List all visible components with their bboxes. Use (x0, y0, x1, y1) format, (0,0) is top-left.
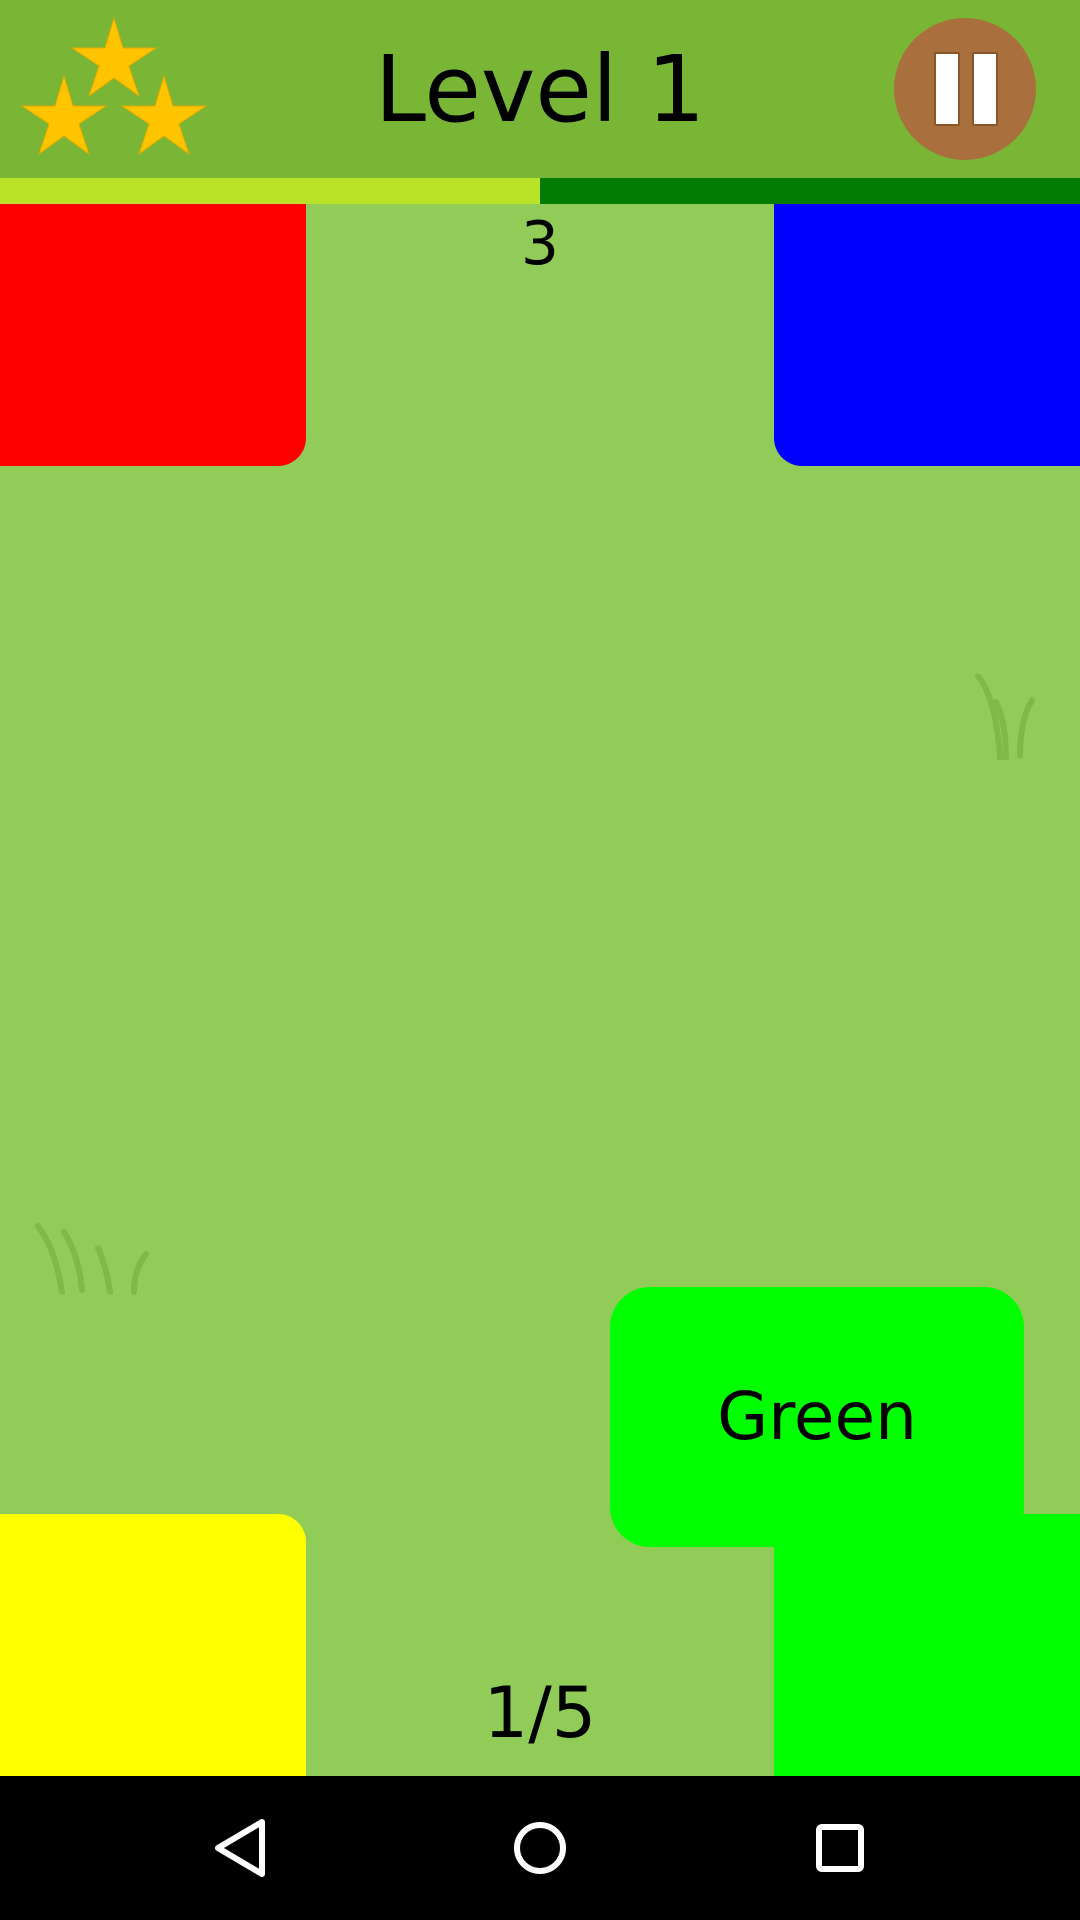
color-word-label: Green (717, 1378, 917, 1455)
home-circle-icon (514, 1822, 566, 1874)
recent-apps-square-icon (816, 1824, 864, 1872)
pause-icon (972, 52, 998, 126)
star-icon (20, 16, 208, 156)
color-word-card[interactable]: Green (610, 1287, 1024, 1547)
grass-decoration (975, 674, 1035, 760)
level-progress-bar (0, 178, 1080, 204)
back-triangle-icon (215, 1819, 265, 1877)
level-progress-fill (0, 178, 540, 204)
yellow-target-block[interactable] (0, 1514, 306, 1776)
round-indicator: 1/5 (483, 1672, 597, 1754)
red-target-block[interactable] (0, 204, 306, 466)
back-button[interactable] (190, 1798, 290, 1898)
grass-decoration (35, 1223, 149, 1295)
pause-icon (934, 52, 960, 126)
blue-target-block[interactable] (774, 204, 1080, 466)
level-title: Level 1 (374, 36, 706, 143)
green-target-block[interactable] (774, 1514, 1080, 1776)
home-button[interactable] (490, 1798, 590, 1898)
remaining-counter: 3 (520, 209, 560, 279)
pause-button[interactable] (894, 18, 1036, 160)
top-bar: Level 1 (0, 0, 1080, 178)
system-nav-bar (0, 1776, 1080, 1920)
stars-rating (16, 14, 212, 164)
recent-apps-button[interactable] (790, 1798, 890, 1898)
